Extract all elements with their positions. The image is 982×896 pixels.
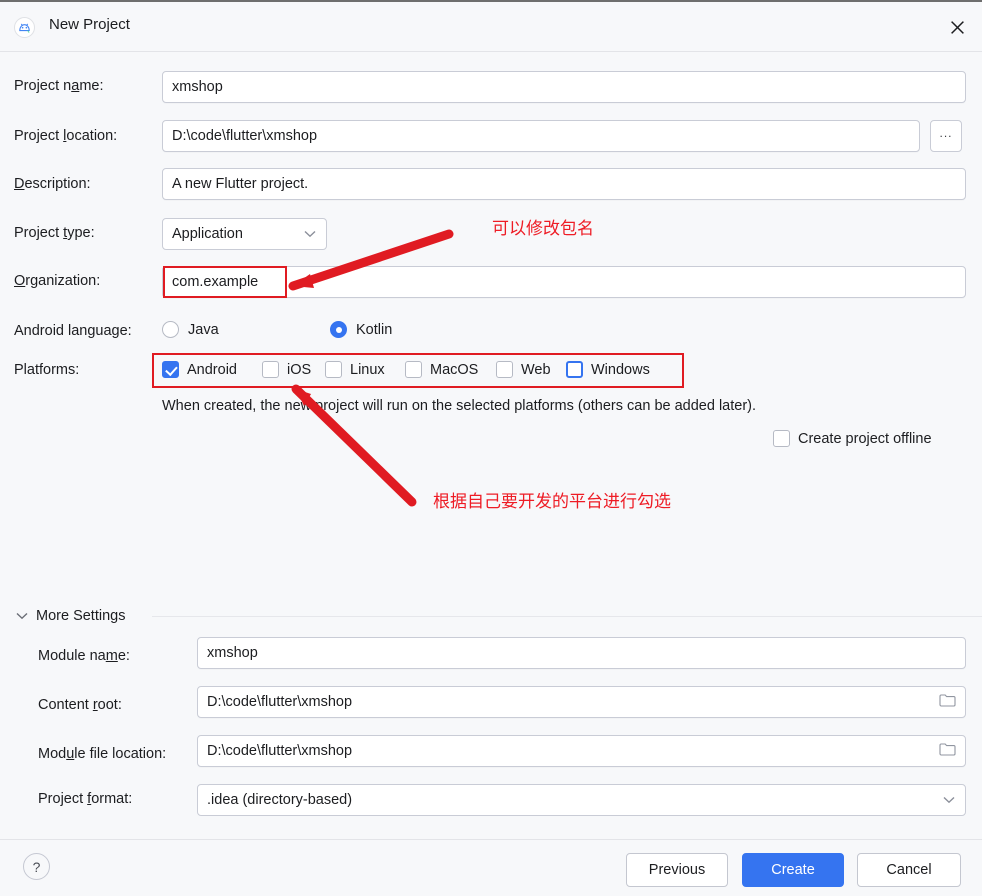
checkbox-macos-label: MacOS xyxy=(430,361,479,378)
checkbox-web[interactable]: Web xyxy=(496,361,551,378)
description-input[interactable]: A new Flutter project. xyxy=(162,168,966,200)
help-button[interactable]: ? xyxy=(23,853,50,880)
chevron-down-icon xyxy=(304,226,316,242)
create-button[interactable]: Create xyxy=(742,853,844,887)
project-type-select[interactable]: Application xyxy=(162,218,327,250)
new-project-dialog: New Project Project name: xmshop Project… xyxy=(0,0,982,896)
footer-divider xyxy=(0,839,982,840)
checkbox-windows[interactable]: Windows xyxy=(566,361,650,378)
browse-location-button[interactable]: ... xyxy=(930,120,962,152)
platforms-label: Platforms: xyxy=(14,362,80,378)
close-icon[interactable] xyxy=(942,12,972,42)
organization-input[interactable]: com.example xyxy=(162,266,966,298)
checkbox-indicator xyxy=(496,361,513,378)
folder-icon[interactable] xyxy=(939,742,956,760)
annotation-text-organization: 可以修改包名 xyxy=(492,219,594,238)
project-location-input[interactable]: D:\code\flutter\xmshop xyxy=(162,120,920,152)
checkbox-linux[interactable]: Linux xyxy=(325,361,385,378)
checkbox-indicator xyxy=(566,361,583,378)
checkbox-android-label: Android xyxy=(187,361,237,378)
android-studio-icon xyxy=(14,17,35,38)
module-name-input[interactable]: xmshop xyxy=(197,637,966,669)
project-location-label: Project location: xyxy=(14,128,118,144)
checkbox-indicator xyxy=(262,361,279,378)
organization-label: Organization: xyxy=(14,273,101,289)
project-format-label: Project format: xyxy=(38,791,133,807)
module-file-location-value: D:\code\flutter\xmshop xyxy=(207,743,353,759)
folder-icon[interactable] xyxy=(939,693,956,711)
annotation-text-platforms: 根据自己要开发的平台进行勾选 xyxy=(433,492,671,511)
module-name-label: Module name: xyxy=(38,648,130,664)
radio-java-label: Java xyxy=(188,321,219,338)
project-type-label: Project type: xyxy=(14,225,95,241)
radio-kotlin-label: Kotlin xyxy=(356,321,393,338)
checkbox-ios-label: iOS xyxy=(287,361,312,378)
project-name-input[interactable]: xmshop xyxy=(162,71,966,103)
project-name-label: Project name: xyxy=(14,78,104,94)
checkbox-indicator xyxy=(162,361,179,378)
content-root-value: D:\code\flutter\xmshop xyxy=(207,694,353,710)
checkbox-create-project-offline[interactable]: Create project offline xyxy=(773,430,932,447)
module-file-location-label: Module file location: xyxy=(38,746,167,762)
checkbox-macos[interactable]: MacOS xyxy=(405,361,478,378)
project-format-select[interactable]: .idea (directory-based) xyxy=(197,784,966,816)
chevron-down-icon xyxy=(943,792,955,808)
create-offline-label: Create project offline xyxy=(798,430,932,447)
radio-kotlin[interactable]: Kotlin xyxy=(330,321,392,338)
checkbox-web-label: Web xyxy=(521,361,551,378)
checkbox-windows-label: Windows xyxy=(591,361,650,378)
chevron-down-icon xyxy=(16,607,28,625)
description-label: Description: xyxy=(14,176,91,192)
content-root-input[interactable]: D:\code\flutter\xmshop xyxy=(197,686,966,718)
more-settings-divider xyxy=(152,616,982,617)
more-settings-title: More Settings xyxy=(36,608,126,624)
checkbox-indicator xyxy=(325,361,342,378)
android-language-label: Android language: xyxy=(14,323,132,339)
checkbox-linux-label: Linux xyxy=(350,361,385,378)
checkbox-indicator xyxy=(405,361,422,378)
radio-indicator xyxy=(330,321,347,338)
more-settings-toggle[interactable]: More Settings xyxy=(16,607,125,625)
module-file-location-input[interactable]: D:\code\flutter\xmshop xyxy=(197,735,966,767)
project-type-value: Application xyxy=(172,226,243,242)
radio-indicator xyxy=(162,321,179,338)
cancel-button[interactable]: Cancel xyxy=(857,853,961,887)
radio-java[interactable]: Java xyxy=(162,321,219,338)
dialog-title: New Project xyxy=(49,16,130,33)
content-root-label: Content root: xyxy=(38,697,122,713)
project-format-value: .idea (directory-based) xyxy=(207,792,353,808)
platforms-hint: When created, the new project will run o… xyxy=(162,398,757,414)
checkbox-ios[interactable]: iOS xyxy=(262,361,311,378)
previous-button[interactable]: Previous xyxy=(626,853,728,887)
checkbox-indicator xyxy=(773,430,790,447)
checkbox-android[interactable]: Android xyxy=(162,361,237,378)
dialog-title-bar: New Project xyxy=(0,2,982,52)
